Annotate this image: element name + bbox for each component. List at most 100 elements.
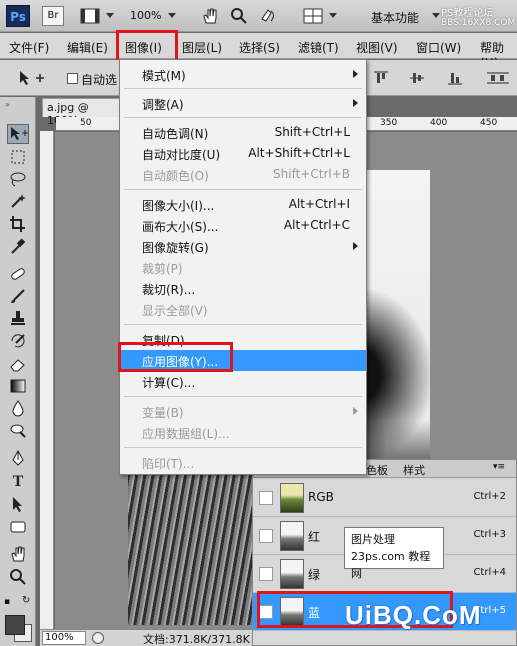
channel-shortcut: Ctrl+2 <box>473 491 506 502</box>
document-image-grass[interactable] <box>128 470 255 625</box>
menu-select[interactable]: 选择(S) <box>239 39 280 56</box>
menu-item-trim[interactable]: 裁切(R)... <box>121 278 366 299</box>
menu-filter[interactable]: 滤镜(T) <box>298 39 339 56</box>
menu-item-calculations[interactable]: 计算(C)... <box>121 371 366 392</box>
ruler-label: 50 <box>80 118 92 128</box>
menu-item-shortcut: Alt+Ctrl+C <box>283 218 350 232</box>
menu-item-canvas-size[interactable]: 画布大小(S)... Alt+Ctrl+C <box>121 215 366 236</box>
menu-item-label: 计算(C)... <box>142 376 196 390</box>
rotate-view-icon[interactable] <box>258 7 278 25</box>
menu-item-label: 图像大小(I)... <box>142 199 215 213</box>
swap-colors-icon[interactable]: ↻ <box>22 595 30 606</box>
menu-item-label: 显示全部(V) <box>142 304 208 318</box>
foreground-color-swatch[interactable] <box>5 615 25 635</box>
lasso-tool-icon[interactable] <box>7 170 29 190</box>
eraser-tool-icon[interactable] <box>7 355 29 375</box>
menu-item-label: 画布大小(S)... <box>142 220 219 234</box>
menu-item-reveal-all[interactable]: 显示全部(V) <box>121 299 366 320</box>
pen-tool-icon[interactable] <box>7 449 29 469</box>
visibility-toggle[interactable] <box>259 567 273 581</box>
channel-shortcut: Ctrl+4 <box>473 567 506 578</box>
menu-item-image-rotation[interactable]: 图像旋转(G) <box>121 236 366 257</box>
hand-tool-icon[interactable] <box>7 545 29 565</box>
menu-separator <box>124 447 362 448</box>
align-vcenter-icon[interactable] <box>410 71 424 88</box>
arrange-documents-icon[interactable] <box>303 7 323 25</box>
align-bottom-icon[interactable] <box>448 71 462 88</box>
crop-tool-icon[interactable] <box>7 215 29 235</box>
application-bar: Ps Br 100% 基本功能 PS教程论坛 BBS.16XX8.COM <box>0 0 517 32</box>
channel-thumbnail <box>280 483 304 513</box>
menu-item-mode[interactable]: 模式(M) <box>121 64 366 85</box>
history-brush-tool-icon[interactable] <box>7 331 29 351</box>
magic-wand-tool-icon[interactable] <box>7 192 29 212</box>
align-top-icon[interactable] <box>374 71 388 88</box>
menu-item-crop[interactable]: 裁剪(P) <box>121 257 366 278</box>
zoom-level[interactable]: 100% <box>130 9 161 22</box>
status-menu-icon[interactable] <box>92 632 104 644</box>
healing-brush-tool-icon[interactable] <box>7 265 29 285</box>
default-colors-icon[interactable]: ▪ <box>4 597 10 607</box>
zoom-tool-icon[interactable] <box>7 568 29 588</box>
panel-menu-icon[interactable]: ▾≡ <box>493 462 505 472</box>
view-extras-dropdown-icon[interactable] <box>106 13 114 18</box>
path-selection-tool-icon[interactable] <box>7 495 29 515</box>
menu-separator <box>124 117 362 118</box>
auto-select-label: 自动选 <box>81 73 118 87</box>
marquee-tool-icon[interactable] <box>7 148 29 168</box>
menu-item-label: 模式(M) <box>142 69 186 83</box>
menu-item-auto-contrast[interactable]: 自动对比度(U) Alt+Shift+Ctrl+L <box>121 143 366 164</box>
menu-edit[interactable]: 编辑(E) <box>67 39 108 56</box>
menu-item-auto-color[interactable]: 自动颜色(O) Shift+Ctrl+B <box>121 164 366 185</box>
menu-item-variables[interactable]: 变量(B) <box>121 401 366 422</box>
gradient-tool-icon[interactable] <box>7 377 29 397</box>
brand-watermark: UiBQ.CoM <box>345 600 482 630</box>
submenu-arrow-icon <box>353 407 358 415</box>
shape-tool-icon[interactable] <box>7 518 29 538</box>
channel-thumbnail <box>280 559 304 589</box>
zoom-dropdown-icon[interactable] <box>168 13 176 18</box>
menu-item-trap[interactable]: 陷印(T)... <box>121 452 366 473</box>
move-tool-preset-icon[interactable] <box>18 69 46 90</box>
type-tool-icon[interactable]: T <box>7 472 29 492</box>
vertical-ruler <box>40 131 54 630</box>
tab-swatches[interactable]: 色板 <box>366 462 388 478</box>
menu-item-image-size[interactable]: 图像大小(I)... Alt+Ctrl+I <box>121 194 366 215</box>
menu-item-label: 自动色调(N) <box>142 127 209 141</box>
menu-window[interactable]: 窗口(W) <box>416 39 461 56</box>
workspace-dropdown-icon[interactable] <box>432 13 440 18</box>
tools-panel: » T ▪ ↻ <box>0 97 36 646</box>
brush-tool-icon[interactable] <box>7 287 29 307</box>
status-zoom-field[interactable]: 100% <box>42 631 86 645</box>
hand-icon[interactable] <box>200 7 220 25</box>
move-tool-icon[interactable] <box>7 124 29 144</box>
submenu-arrow-icon <box>353 70 358 78</box>
menu-item-auto-tone[interactable]: 自动色调(N) Shift+Ctrl+L <box>121 122 366 143</box>
clone-stamp-tool-icon[interactable] <box>7 309 29 329</box>
panel-collapse-icon[interactable]: » <box>5 100 10 109</box>
arrange-dropdown-icon[interactable] <box>329 13 337 18</box>
menu-item-shortcut: Alt+Ctrl+I <box>288 197 350 211</box>
document-info: 文档:371.8K/371.8K <box>143 633 250 646</box>
auto-select-checkbox[interactable] <box>67 73 78 84</box>
ruler-label: 350 <box>380 118 398 128</box>
visibility-toggle[interactable] <box>259 529 273 543</box>
channel-name: 绿 <box>308 568 321 582</box>
eyedropper-tool-icon[interactable] <box>7 237 29 257</box>
visibility-toggle[interactable] <box>259 491 273 505</box>
zoom-icon[interactable] <box>229 7 249 25</box>
menu-item-apply-data-set[interactable]: 应用数据组(L)... <box>121 422 366 443</box>
view-extras-icon[interactable] <box>80 7 100 25</box>
channel-row-rgb[interactable]: RGB Ctrl+2 <box>253 479 516 517</box>
workspace-switcher[interactable]: 基本功能 <box>371 9 419 26</box>
dodge-tool-icon[interactable] <box>7 421 29 441</box>
menu-layer[interactable]: 图层(L) <box>182 39 222 56</box>
menu-file[interactable]: 文件(F) <box>9 39 49 56</box>
menu-item-adjustments[interactable]: 调整(A) <box>121 93 366 114</box>
menu-view[interactable]: 视图(V) <box>356 39 398 56</box>
distribute-icon[interactable] <box>487 71 509 88</box>
blur-tool-icon[interactable] <box>7 399 29 419</box>
document-tab[interactable]: a.jpg @ 100% <box>42 98 124 127</box>
bridge-button[interactable]: Br <box>42 6 64 26</box>
tab-styles[interactable]: 样式 <box>403 462 425 478</box>
